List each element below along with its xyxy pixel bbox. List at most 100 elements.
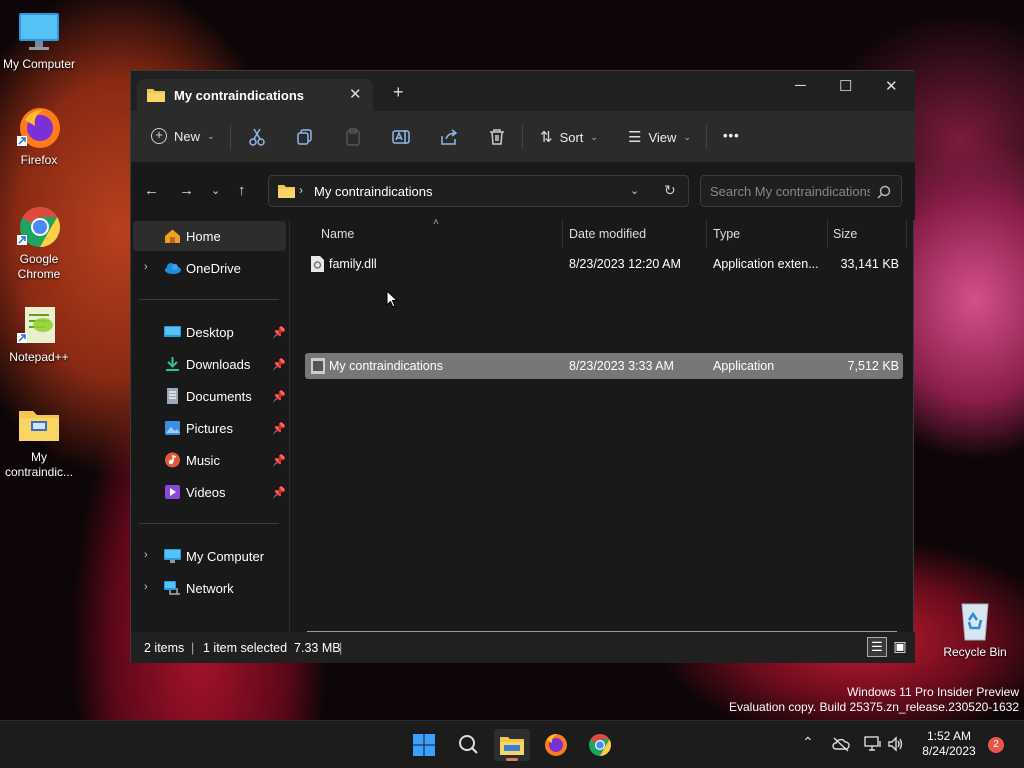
- notification-badge[interactable]: 2: [988, 737, 1004, 753]
- sidebar-item-my-computer[interactable]: › My Computer: [133, 541, 286, 571]
- maximize-button[interactable]: ☐: [839, 77, 852, 95]
- column-header-name[interactable]: Name: [321, 227, 354, 241]
- expand-chevron-icon[interactable]: ›: [144, 549, 148, 561]
- refresh-icon[interactable]: ↻: [664, 182, 676, 199]
- search-box[interactable]: [700, 175, 902, 207]
- more-options-button[interactable]: •••: [723, 128, 740, 143]
- tab-title: My contraindications: [174, 88, 305, 103]
- show-hidden-icons-chevron-icon[interactable]: ⌃: [802, 734, 814, 751]
- taskbar-chrome[interactable]: [582, 729, 618, 761]
- status-bar: 2 items | 1 item selected 7.33 MB | ☰ ▣: [131, 632, 915, 663]
- file-date: 8/23/2023 12:20 AM: [569, 257, 681, 271]
- taskbar-file-explorer[interactable]: [494, 729, 530, 761]
- column-header-type[interactable]: Type: [713, 227, 740, 241]
- sidebar-item-desktop[interactable]: Desktop 📌: [133, 317, 286, 347]
- forward-button[interactable]: →: [179, 182, 194, 199]
- desktop-icon-recycle-bin[interactable]: Recycle Bin: [936, 598, 1014, 660]
- desktop-icon-google-chrome[interactable]: Google Chrome: [0, 205, 78, 282]
- recycle-bin-icon: [953, 598, 997, 642]
- breadcrumb-path[interactable]: My contraindications: [314, 184, 433, 199]
- selection-info: 1 item selected 7.33 MB: [203, 641, 341, 655]
- share-icon[interactable]: [440, 128, 458, 146]
- desktop-icon-firefox[interactable]: Firefox: [0, 106, 78, 168]
- search-input[interactable]: [710, 184, 870, 199]
- address-bar[interactable]: › My contraindications ⌄ ↻: [268, 175, 689, 207]
- pin-icon[interactable]: 📌: [272, 422, 286, 435]
- tab-my-contraindications[interactable]: My contraindications ✕: [137, 79, 373, 111]
- file-row-selected[interactable]: My contraindications 8/23/2023 3:33 AM A…: [305, 353, 903, 379]
- navigation-pane: Home › OneDrive Desktop 📌 Downloads 📌 Do…: [131, 220, 290, 632]
- expand-chevron-icon[interactable]: ›: [144, 581, 148, 593]
- expand-chevron-icon[interactable]: ›: [144, 261, 148, 273]
- recent-locations-chevron-icon[interactable]: ⌄: [211, 184, 220, 197]
- delete-icon[interactable]: [488, 128, 506, 146]
- file-name: My contraindications: [329, 359, 443, 373]
- chrome-icon: [589, 734, 611, 756]
- address-row: ← → ⌄ ↑ › My contraindications ⌄ ↻: [131, 163, 915, 220]
- column-header-size[interactable]: Size: [833, 227, 857, 241]
- item-count: 2 items: [144, 641, 185, 655]
- sidebar-item-downloads[interactable]: Downloads 📌: [133, 349, 286, 379]
- computer-icon: [164, 549, 181, 563]
- sidebar-item-network[interactable]: › Network: [133, 573, 286, 603]
- file-size: 7,512 KB: [847, 359, 899, 373]
- file-explorer-icon: [500, 737, 524, 755]
- address-dropdown-icon[interactable]: ⌄: [630, 184, 639, 197]
- firefox-icon: [17, 106, 61, 150]
- taskbar-search-button[interactable]: [450, 729, 486, 761]
- sidebar-item-pictures[interactable]: Pictures 📌: [133, 413, 286, 443]
- sidebar-item-label: Desktop: [186, 325, 234, 340]
- network-status-icon[interactable]: [864, 736, 882, 752]
- sidebar-item-onedrive[interactable]: › OneDrive: [133, 253, 286, 283]
- up-button[interactable]: ↑: [238, 182, 246, 199]
- watermark-line-2: Evaluation copy. Build 25375.zn_release.…: [729, 700, 1019, 714]
- sidebar-item-documents[interactable]: Documents 📌: [133, 381, 286, 411]
- chevron-down-icon: ⌄: [683, 131, 691, 142]
- sidebar-item-music[interactable]: Music 📌: [133, 445, 286, 475]
- pin-icon[interactable]: 📌: [272, 358, 286, 371]
- copy-icon[interactable]: [296, 128, 314, 146]
- tiles-view-icon[interactable]: ▣: [891, 637, 909, 655]
- close-window-button[interactable]: ✕: [885, 77, 898, 95]
- desktop-icon-notepad-plus-plus[interactable]: Notepad++: [0, 303, 78, 365]
- windows-logo-icon: [413, 734, 435, 756]
- paste-icon[interactable]: [344, 128, 362, 146]
- desktop-icon-my-contraindications[interactable]: My contraindic...: [0, 403, 78, 480]
- column-header-date-modified[interactable]: Date modified: [569, 227, 646, 241]
- desktop-icon-label: Google Chrome: [17, 252, 61, 281]
- sidebar-item-home[interactable]: Home: [133, 221, 286, 251]
- breadcrumb-chevron-icon: ›: [299, 183, 303, 197]
- taskbar-firefox[interactable]: [538, 729, 574, 761]
- sort-button[interactable]: ⇅ Sort ⌄: [540, 128, 598, 146]
- back-button[interactable]: ←: [144, 182, 159, 199]
- desktop-icon: [164, 326, 181, 337]
- new-label: New: [174, 128, 201, 144]
- mouse-cursor-icon: [386, 290, 398, 308]
- file-type: Application: [713, 359, 775, 373]
- sidebar-item-videos[interactable]: Videos 📌: [133, 477, 286, 507]
- file-date: 8/23/2023 3:33 AM: [569, 359, 674, 373]
- details-view-icon[interactable]: ☰: [867, 637, 887, 657]
- clock-time: 1:52 AM: [926, 729, 972, 743]
- chevron-down-icon: ⌄: [207, 130, 215, 141]
- close-tab-icon[interactable]: ✕: [349, 85, 362, 103]
- desktop-icon-my-computer[interactable]: My Computer: [0, 10, 78, 72]
- view-button[interactable]: ☰ View ⌄: [628, 128, 691, 146]
- pin-icon[interactable]: 📌: [272, 390, 286, 403]
- application-icon: [311, 358, 325, 374]
- cut-icon[interactable]: [248, 128, 266, 146]
- cloud-offline-icon[interactable]: [832, 736, 850, 752]
- status-divider: |: [191, 641, 195, 655]
- start-button[interactable]: [406, 729, 442, 761]
- clock-date: 8/24/2023: [922, 744, 976, 758]
- volume-icon[interactable]: [887, 736, 905, 752]
- minimize-button[interactable]: ─: [795, 77, 806, 94]
- clock[interactable]: 1:52 AM 8/24/2023: [912, 729, 986, 759]
- rename-icon[interactable]: [392, 128, 410, 146]
- pin-icon[interactable]: 📌: [272, 326, 286, 339]
- file-row[interactable]: family.dll 8/23/2023 12:20 AM Applicatio…: [305, 251, 903, 277]
- pin-icon[interactable]: 📌: [272, 454, 286, 467]
- new-button[interactable]: + New ⌄: [151, 128, 215, 144]
- new-tab-button[interactable]: +: [393, 83, 404, 101]
- pin-icon[interactable]: 📌: [272, 486, 286, 499]
